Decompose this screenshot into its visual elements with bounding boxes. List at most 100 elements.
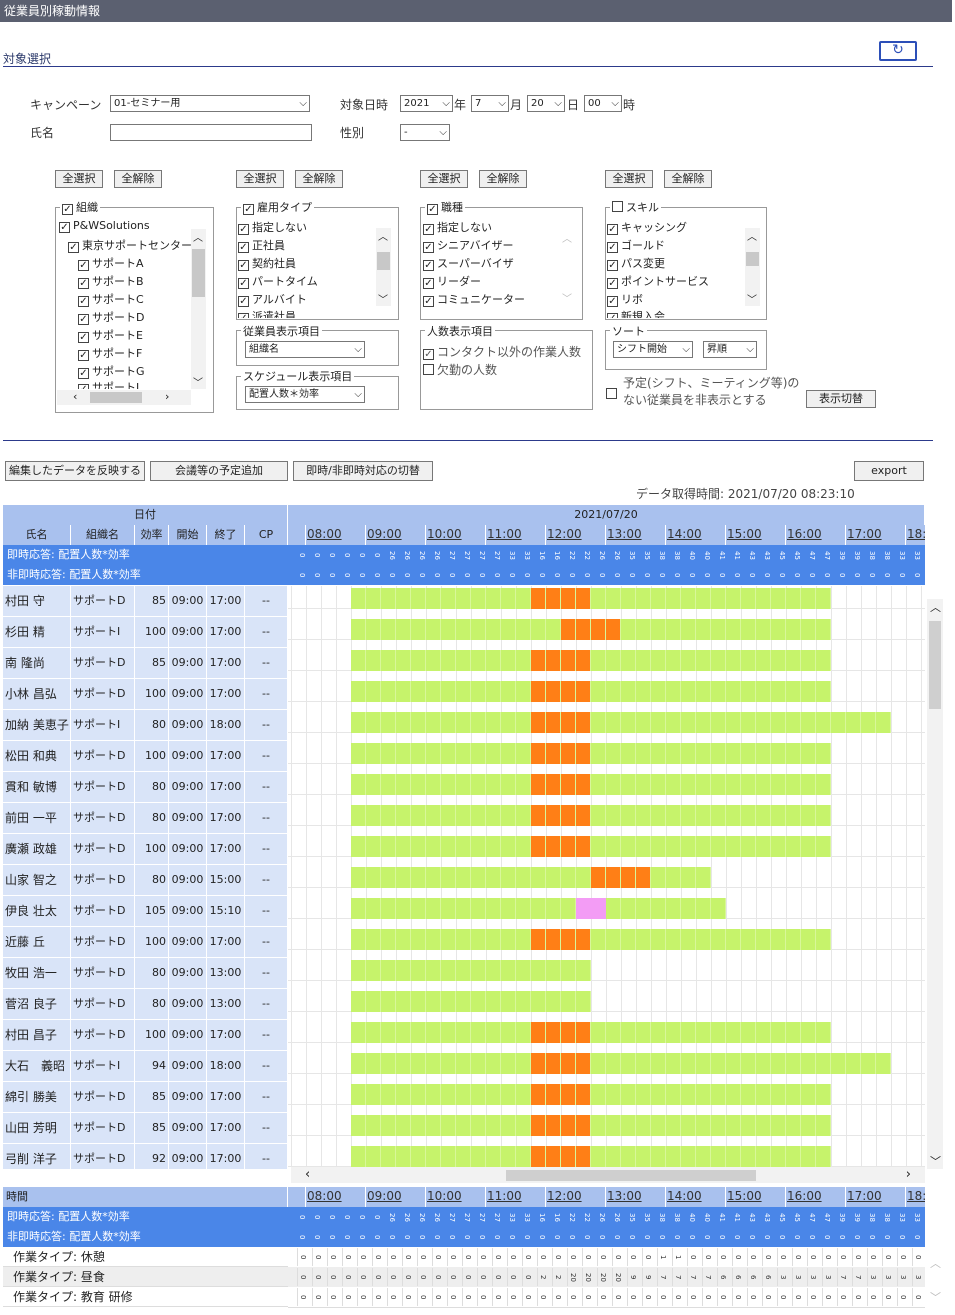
org-item[interactable]: サポートA <box>78 255 144 271</box>
table-row[interactable]: 牧田 浩一 サポートD 80 09:00 13:00 -- <box>3 958 925 989</box>
break-slot[interactable] <box>636 867 650 888</box>
break-slot[interactable] <box>546 836 560 857</box>
footer-scrollbar[interactable]: ︿ ﹀ <box>927 1255 943 1305</box>
shift-block[interactable] <box>351 1084 831 1105</box>
skill-item[interactable]: リボ <box>607 291 643 307</box>
shift-block[interactable] <box>351 712 891 733</box>
break-slot[interactable] <box>561 743 575 764</box>
break-slot[interactable] <box>546 805 560 826</box>
break-slot[interactable] <box>546 1146 560 1167</box>
org-item[interactable]: サポートE <box>78 327 143 343</box>
break-slot[interactable] <box>531 1146 545 1167</box>
campaign-select[interactable]: 01-セミナー用 ⌵ <box>110 95 310 112</box>
break-slot[interactable] <box>561 929 575 950</box>
table-row[interactable]: 綿引 勝美 サポートD 85 09:00 17:00 -- <box>3 1082 925 1113</box>
skill-legend[interactable]: スキル <box>610 199 661 215</box>
refresh-icon[interactable]: ↻ <box>879 41 917 61</box>
grid-vertical-scrollbar[interactable]: ︿ ﹀ <box>927 599 943 1169</box>
org-clear-all-button[interactable]: 全解除 <box>114 170 162 188</box>
org-item[interactable]: サポートF <box>78 345 142 361</box>
sort-order-select[interactable]: 昇順 ⌵ <box>703 341 757 358</box>
name-input[interactable] <box>110 124 312 141</box>
table-row[interactable]: 弓削 洋子 サポートD 92 09:00 17:00 -- <box>3 1144 925 1169</box>
table-row[interactable]: 山田 芳明 サポートD 85 09:00 17:00 -- <box>3 1113 925 1144</box>
break-slot[interactable] <box>546 712 560 733</box>
table-row[interactable]: 貫和 敏博 サポートD 80 09:00 17:00 -- <box>3 772 925 803</box>
org-item[interactable]: サポートD <box>78 309 144 325</box>
break-slot[interactable] <box>561 805 575 826</box>
table-row[interactable]: 小林 昌弘 サポートD 100 09:00 17:00 -- <box>3 679 925 710</box>
break-slot[interactable] <box>561 650 575 671</box>
break-slot[interactable] <box>576 743 590 764</box>
employment-legend[interactable]: 雇用タイプ <box>241 199 314 215</box>
sort-key-select[interactable]: シフト開始 ⌵ <box>613 341 693 358</box>
break-slot[interactable] <box>546 774 560 795</box>
break-slot[interactable] <box>576 836 590 857</box>
year-select[interactable]: 2021 ⌵ <box>400 95 453 112</box>
break-slot[interactable] <box>576 805 590 826</box>
break-slot[interactable] <box>561 1053 575 1074</box>
meeting-slot[interactable] <box>576 898 606 919</box>
job-item[interactable]: コミュニケーター <box>423 291 525 307</box>
break-slot[interactable] <box>576 1115 590 1136</box>
break-slot[interactable] <box>576 650 590 671</box>
employment-item[interactable]: 派遣社員 <box>238 308 296 318</box>
job-item[interactable]: スーパーバイザ <box>423 255 514 271</box>
break-slot[interactable] <box>531 805 545 826</box>
table-row[interactable]: 杉田 精サポートI 100 09:00 17:00 -- <box>3 617 925 648</box>
break-slot[interactable] <box>576 1084 590 1105</box>
hide-empty-checkbox[interactable] <box>606 387 620 401</box>
shift-block[interactable] <box>351 960 591 981</box>
break-slot[interactable] <box>606 867 620 888</box>
col-end[interactable]: 終了 <box>207 525 245 545</box>
org-horizontal-scrollbar[interactable]: ‹ › <box>57 390 191 405</box>
reflect-data-button[interactable]: 編集したデータを反映する <box>5 461 145 481</box>
break-slot[interactable] <box>531 1053 545 1074</box>
employee-display-select[interactable]: 組織名 ⌵ <box>245 341 365 358</box>
org-item[interactable]: サポートG <box>78 363 145 379</box>
job-item[interactable]: シニアバイザー <box>423 237 514 253</box>
month-select[interactable]: 7 ⌵ <box>471 95 509 112</box>
table-row[interactable]: 前田 一平 サポートD 80 09:00 17:00 -- <box>3 803 925 834</box>
shift-block[interactable] <box>351 1115 831 1136</box>
break-slot[interactable] <box>561 1115 575 1136</box>
break-slot[interactable] <box>546 743 560 764</box>
table-row[interactable]: 松田 和典 サポートD 100 09:00 17:00 -- <box>3 741 925 772</box>
shift-block[interactable] <box>351 991 591 1012</box>
org-item[interactable]: 東京サポートセンター <box>68 237 192 253</box>
col-name[interactable]: 氏名 <box>3 525 71 545</box>
skill-item[interactable]: 新規入会 <box>607 308 665 318</box>
table-row[interactable]: 南 隆尚 サポートD 85 09:00 17:00 -- <box>3 648 925 679</box>
job-item[interactable]: 指定しない <box>423 219 492 235</box>
break-slot[interactable] <box>561 712 575 733</box>
skill-item[interactable]: ポイントサービス <box>607 273 709 289</box>
col-cp[interactable]: CP <box>245 525 288 545</box>
org-item[interactable]: サポートI <box>78 379 139 389</box>
table-row[interactable]: 山家 智之 サポートD 80 09:00 15:00 -- <box>3 865 925 896</box>
break-slot[interactable] <box>576 929 590 950</box>
add-meeting-button[interactable]: 会議等の予定追加 <box>150 461 288 481</box>
break-slot[interactable] <box>546 1115 560 1136</box>
employment-item[interactable]: パートタイム <box>238 273 318 289</box>
break-slot[interactable] <box>546 681 560 702</box>
break-slot[interactable] <box>546 1084 560 1105</box>
shift-block[interactable] <box>351 929 831 950</box>
hour-select[interactable]: 00 ⌵ <box>584 95 622 112</box>
break-slot[interactable] <box>576 712 590 733</box>
break-slot[interactable] <box>576 774 590 795</box>
col-eff[interactable]: 効率 <box>135 525 169 545</box>
count-display-item[interactable]: コンタクト以外の作業人数 <box>423 343 581 360</box>
break-slot[interactable] <box>531 743 545 764</box>
break-slot[interactable] <box>531 836 545 857</box>
break-slot[interactable] <box>561 681 575 702</box>
break-slot[interactable] <box>576 681 590 702</box>
break-slot[interactable] <box>546 1022 560 1043</box>
employment-item[interactable]: 正社員 <box>238 237 285 253</box>
shift-block[interactable] <box>351 774 831 795</box>
break-slot[interactable] <box>546 1053 560 1074</box>
shift-block[interactable] <box>351 898 726 919</box>
break-slot[interactable] <box>531 774 545 795</box>
break-slot[interactable] <box>531 588 545 609</box>
break-slot[interactable] <box>591 619 605 640</box>
break-slot[interactable] <box>561 1084 575 1105</box>
